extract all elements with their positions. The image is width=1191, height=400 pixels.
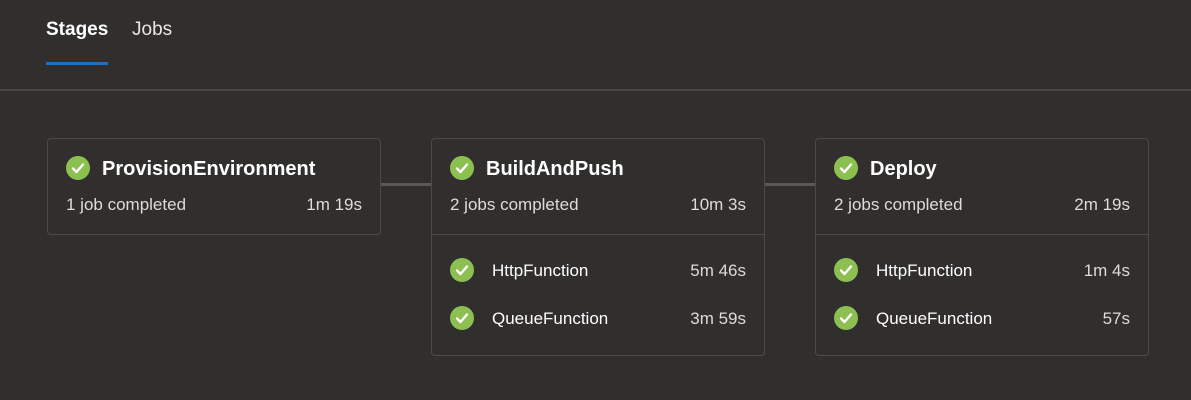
job-name: QueueFunction	[492, 309, 609, 328]
stage-duration: 1m 19s	[306, 195, 362, 214]
active-tab-indicator	[46, 62, 108, 65]
check-circle-icon	[450, 258, 474, 282]
job-duration: 5m 46s	[690, 261, 746, 280]
stage-title: BuildAndPush	[486, 158, 624, 180]
stage-card-buildandpush[interactable]: BuildAndPush 2 jobs completed 10m 3s Htt…	[431, 138, 765, 356]
tab-stages[interactable]: Stages	[46, 19, 108, 41]
stage-duration: 2m 19s	[1074, 195, 1130, 214]
stage-connector	[765, 183, 815, 186]
stage-card-provisionenvironment[interactable]: ProvisionEnvironment 1 job completed 1m …	[47, 138, 381, 235]
tab-jobs[interactable]: Jobs	[132, 19, 172, 41]
job-duration: 3m 59s	[690, 309, 746, 328]
stage-card-deploy[interactable]: Deploy 2 jobs completed 2m 19s HttpFunct…	[815, 138, 1149, 356]
stage-header[interactable]: ProvisionEnvironment 1 job completed 1m …	[48, 139, 380, 234]
tab-bar: Stages Jobs	[0, 0, 1191, 91]
check-circle-icon	[834, 258, 858, 282]
stage-status: 2 jobs completed	[834, 195, 963, 214]
job-row[interactable]: QueueFunction 57s	[816, 297, 1148, 345]
check-circle-icon	[450, 156, 474, 180]
job-row[interactable]: HttpFunction 5m 46s	[432, 249, 764, 297]
check-circle-icon	[450, 306, 474, 330]
stage-connector	[381, 183, 431, 186]
stage-header[interactable]: BuildAndPush 2 jobs completed 10m 3s	[432, 139, 764, 234]
job-name: HttpFunction	[876, 261, 973, 280]
job-row[interactable]: QueueFunction 3m 59s	[432, 297, 764, 345]
job-row[interactable]: HttpFunction 1m 4s	[816, 249, 1148, 297]
job-duration: 57s	[1102, 309, 1130, 328]
check-circle-icon	[66, 156, 90, 180]
job-duration: 1m 4s	[1083, 261, 1130, 280]
stage-status: 2 jobs completed	[450, 195, 579, 214]
stage-duration: 10m 3s	[690, 195, 746, 214]
stage-status: 1 job completed	[66, 195, 187, 214]
stage-title: ProvisionEnvironment	[102, 158, 316, 180]
check-circle-icon	[834, 156, 858, 180]
stage-title: Deploy	[870, 158, 937, 180]
job-list: HttpFunction 5m 46s QueueFunction 3m 59s	[432, 234, 764, 355]
stage-header[interactable]: Deploy 2 jobs completed 2m 19s	[816, 139, 1148, 234]
job-name: QueueFunction	[876, 309, 993, 328]
check-circle-icon	[834, 306, 858, 330]
job-name: HttpFunction	[492, 261, 589, 280]
job-list: HttpFunction 1m 4s QueueFunction 57s	[816, 234, 1148, 355]
